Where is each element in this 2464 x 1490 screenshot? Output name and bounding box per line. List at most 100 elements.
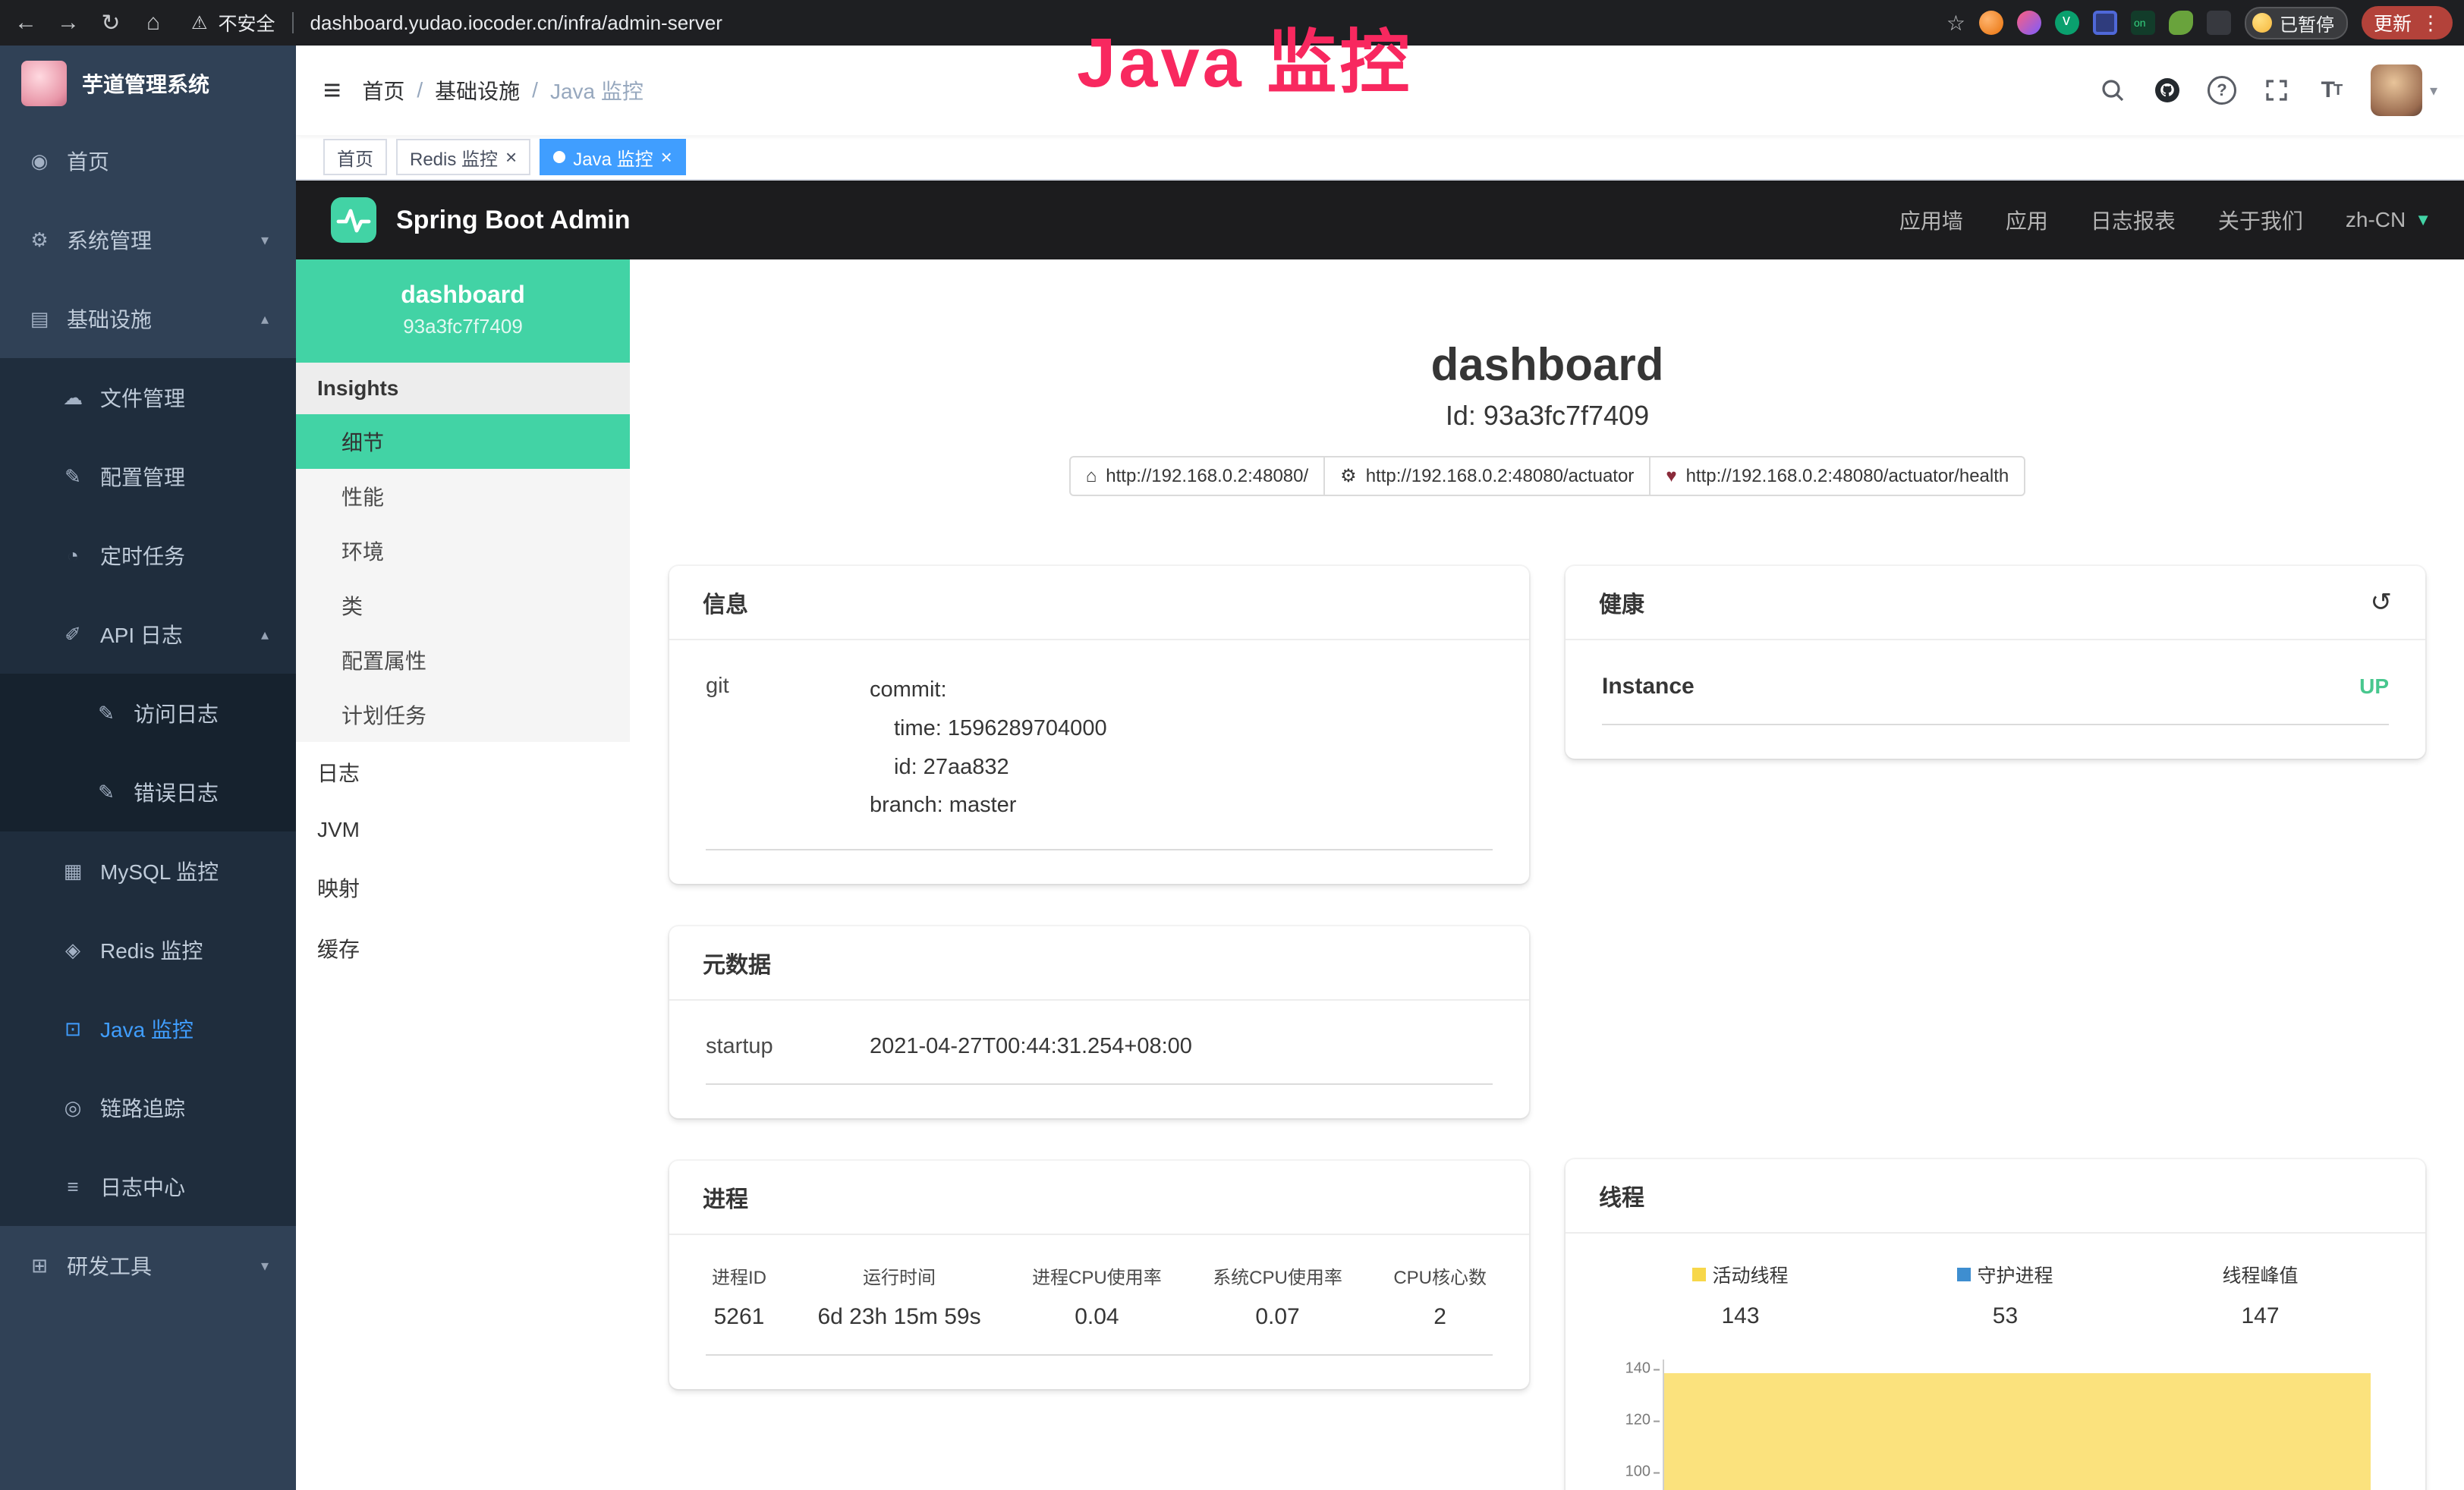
daemon-threads-swatch <box>1957 1268 1971 1281</box>
breadcrumb-current: Java 监控 <box>550 75 644 105</box>
colorful-ext-icon[interactable] <box>2017 11 2041 35</box>
url-text[interactable]: dashboard.yudao.iocoder.cn/infra/admin-s… <box>310 11 722 35</box>
sba-item-logs[interactable]: 日志 <box>296 742 630 803</box>
tab-home[interactable]: 首页 <box>323 139 387 175</box>
sba-item-mappings[interactable]: 映射 <box>296 857 630 918</box>
sidebar-item-infra[interactable]: ▤ 基础设施 ▴ <box>0 279 296 358</box>
back-icon[interactable]: ← <box>12 10 39 36</box>
tab-java[interactable]: Java 监控 × <box>540 139 686 175</box>
close-icon[interactable]: × <box>661 147 672 167</box>
security-label[interactable]: 不安全 <box>219 9 275 36</box>
grid-ext-icon[interactable] <box>2093 11 2117 35</box>
actuator-url-link[interactable]: ⚙ http://192.168.0.2:48080/actuator <box>1323 456 1651 496</box>
browser-nav: ← → ↻ ⌂ <box>12 10 167 36</box>
dashboard-icon: ◉ <box>27 149 52 173</box>
sidebar-item-mysql[interactable]: ▦ MySQL 监控 <box>0 831 296 910</box>
tab-label: 首页 <box>337 144 373 171</box>
sidebar-item-redis[interactable]: ◈ Redis 监控 <box>0 910 296 989</box>
sidebar-item-label: 文件管理 <box>100 382 185 413</box>
log-icon: ✐ <box>61 623 85 646</box>
leaf-ext-icon[interactable] <box>2169 11 2193 35</box>
sba-content: dashboard Id: 93a3fc7f7409 ⌂ http://192.… <box>630 259 2464 1490</box>
sba-nav-apps[interactable]: 应用 <box>2006 205 2048 235</box>
sidebar-item-devtools[interactable]: ⊞ 研发工具 ▾ <box>0 1226 296 1305</box>
sba-nav-wall[interactable]: 应用墙 <box>1899 205 1963 235</box>
sidebar-item-files[interactable]: ☁ 文件管理 <box>0 358 296 437</box>
address-bar[interactable]: ⚠ 不安全 dashboard.yudao.iocoder.cn/infra/a… <box>191 9 1937 36</box>
sba-item-jvm[interactable]: JVM <box>296 803 630 857</box>
sba-language-select[interactable]: zh-CN ▼ <box>2346 208 2431 232</box>
search-icon[interactable] <box>2097 75 2128 105</box>
reload-icon[interactable]: ↻ <box>97 10 124 36</box>
sidebar-item-label: 链路追踪 <box>100 1092 185 1123</box>
info-key: git <box>706 671 870 825</box>
monitor-icon: ▤ <box>27 307 52 331</box>
cards-left-column: 信息 git commit: time: 1596289704000 <box>669 566 1529 1490</box>
tab-redis[interactable]: Redis 监控 × <box>396 139 530 175</box>
service-url-link[interactable]: ⌂ http://192.168.0.2:48080/ <box>1069 456 1325 496</box>
cards-right-column: 健康 ↺ Instance UP <box>1566 566 2425 1490</box>
sba-item-classes[interactable]: 类 <box>296 578 630 633</box>
sba-item-configprops[interactable]: 配置属性 <box>296 633 630 687</box>
process-card-header: 进程 <box>669 1161 1529 1235</box>
hamburger-icon[interactable]: ≡ <box>323 74 341 108</box>
process-col-label: CPU核心数 <box>1393 1262 1487 1289</box>
github-icon[interactable] <box>2152 75 2182 105</box>
forward-icon[interactable]: → <box>55 10 82 36</box>
dark-ext-icon[interactable] <box>2207 11 2231 35</box>
sidebar-item-java[interactable]: ⊡ Java 监控 <box>0 989 296 1068</box>
close-icon[interactable]: × <box>505 147 517 167</box>
sidebar-item-jobs[interactable]: ◔ 定时任务 <box>0 516 296 595</box>
fox-ext-icon[interactable] <box>1979 11 2003 35</box>
metadata-row-startup: startup 2021-04-27T00:44:31.254+08:00 <box>706 1025 1493 1085</box>
home-icon: ⌂ <box>1086 466 1097 487</box>
sidebar-item-system[interactable]: ⚙ 系统管理 ▾ <box>0 200 296 279</box>
link-text: http://192.168.0.2:48080/actuator/health <box>1686 466 2009 487</box>
bookmark-star-icon[interactable]: ☆ <box>1946 11 1965 36</box>
threads-legend: 活动线程 143 守护进程 <box>1602 1258 2389 1338</box>
update-button[interactable]: 更新 ⋮ <box>2362 6 2453 39</box>
vue-devtools-icon[interactable] <box>2055 11 2079 35</box>
breadcrumb-separator: / <box>417 78 423 102</box>
sba-item-scheduled[interactable]: 计划任务 <box>296 687 630 742</box>
tools-icon: ⊞ <box>27 1254 52 1278</box>
history-icon[interactable]: ↺ <box>2371 587 2393 618</box>
help-icon[interactable]: ? <box>2207 75 2237 105</box>
health-instance-row[interactable]: Instance UP <box>1602 665 2389 725</box>
sba-nav-journal[interactable]: 日志报表 <box>2091 205 2176 235</box>
switch-on-ext-icon[interactable] <box>2131 11 2155 35</box>
sidebar-item-label: 首页 <box>67 146 109 176</box>
sidebar-item-access-log[interactable]: ✎ 访问日志 <box>0 674 296 753</box>
sidebar-item-api-logs[interactable]: ✐ API 日志 ▴ <box>0 595 296 674</box>
sidebar-item-error-log[interactable]: ✎ 错误日志 <box>0 753 296 831</box>
instance-title: dashboard <box>630 338 2464 391</box>
sidebar-logo[interactable]: 芋道管理系统 <box>0 46 296 121</box>
sba-item-caches[interactable]: 缓存 <box>296 918 630 979</box>
threads-card-title: 线程 <box>1599 1179 1644 1212</box>
sidebar-item-home[interactable]: ◉ 首页 <box>0 121 296 200</box>
sba-item-details[interactable]: 细节 <box>296 414 630 469</box>
kebab-menu-icon[interactable]: ⋮ <box>2421 11 2440 35</box>
home-icon[interactable]: ⌂ <box>140 10 167 36</box>
info-card: 信息 git commit: time: 1596289704000 <box>669 566 1529 884</box>
breadcrumb-separator: / <box>532 78 538 102</box>
sidebar-item-log-center[interactable]: ≡ 日志中心 <box>0 1147 296 1226</box>
sba-nav-about[interactable]: 关于我们 <box>2218 205 2303 235</box>
breadcrumb-infra[interactable]: 基础设施 <box>435 75 520 105</box>
breadcrumb-home[interactable]: 首页 <box>362 75 404 105</box>
font-size-icon[interactable]: TT <box>2316 75 2346 105</box>
sba-app-block[interactable]: dashboard 93a3fc7f7409 <box>296 259 630 363</box>
user-menu[interactable]: ▾ <box>2371 64 2437 116</box>
paused-badge[interactable]: 已暂停 <box>2245 7 2348 39</box>
fullscreen-icon[interactable] <box>2261 75 2292 105</box>
process-col-value: 2 <box>1393 1304 1487 1330</box>
sba-item-metrics[interactable]: 性能 <box>296 469 630 523</box>
sba-item-environment[interactable]: 环境 <box>296 523 630 578</box>
sidebar-item-config[interactable]: ✎ 配置管理 <box>0 437 296 516</box>
sba-group-insights: Insights <box>296 363 630 414</box>
sidebar-item-trace[interactable]: ◎ 链路追踪 <box>0 1068 296 1147</box>
ytick: 100 <box>1625 1463 1651 1481</box>
health-url-link[interactable]: ♥ http://192.168.0.2:48080/actuator/heal… <box>1649 456 2025 496</box>
sba-header: Spring Boot Admin 应用墙 应用 日志报表 关于我们 zh-CN… <box>296 181 2464 259</box>
sba-body: dashboard 93a3fc7f7409 Insights 细节 性能 环境… <box>296 259 2464 1490</box>
